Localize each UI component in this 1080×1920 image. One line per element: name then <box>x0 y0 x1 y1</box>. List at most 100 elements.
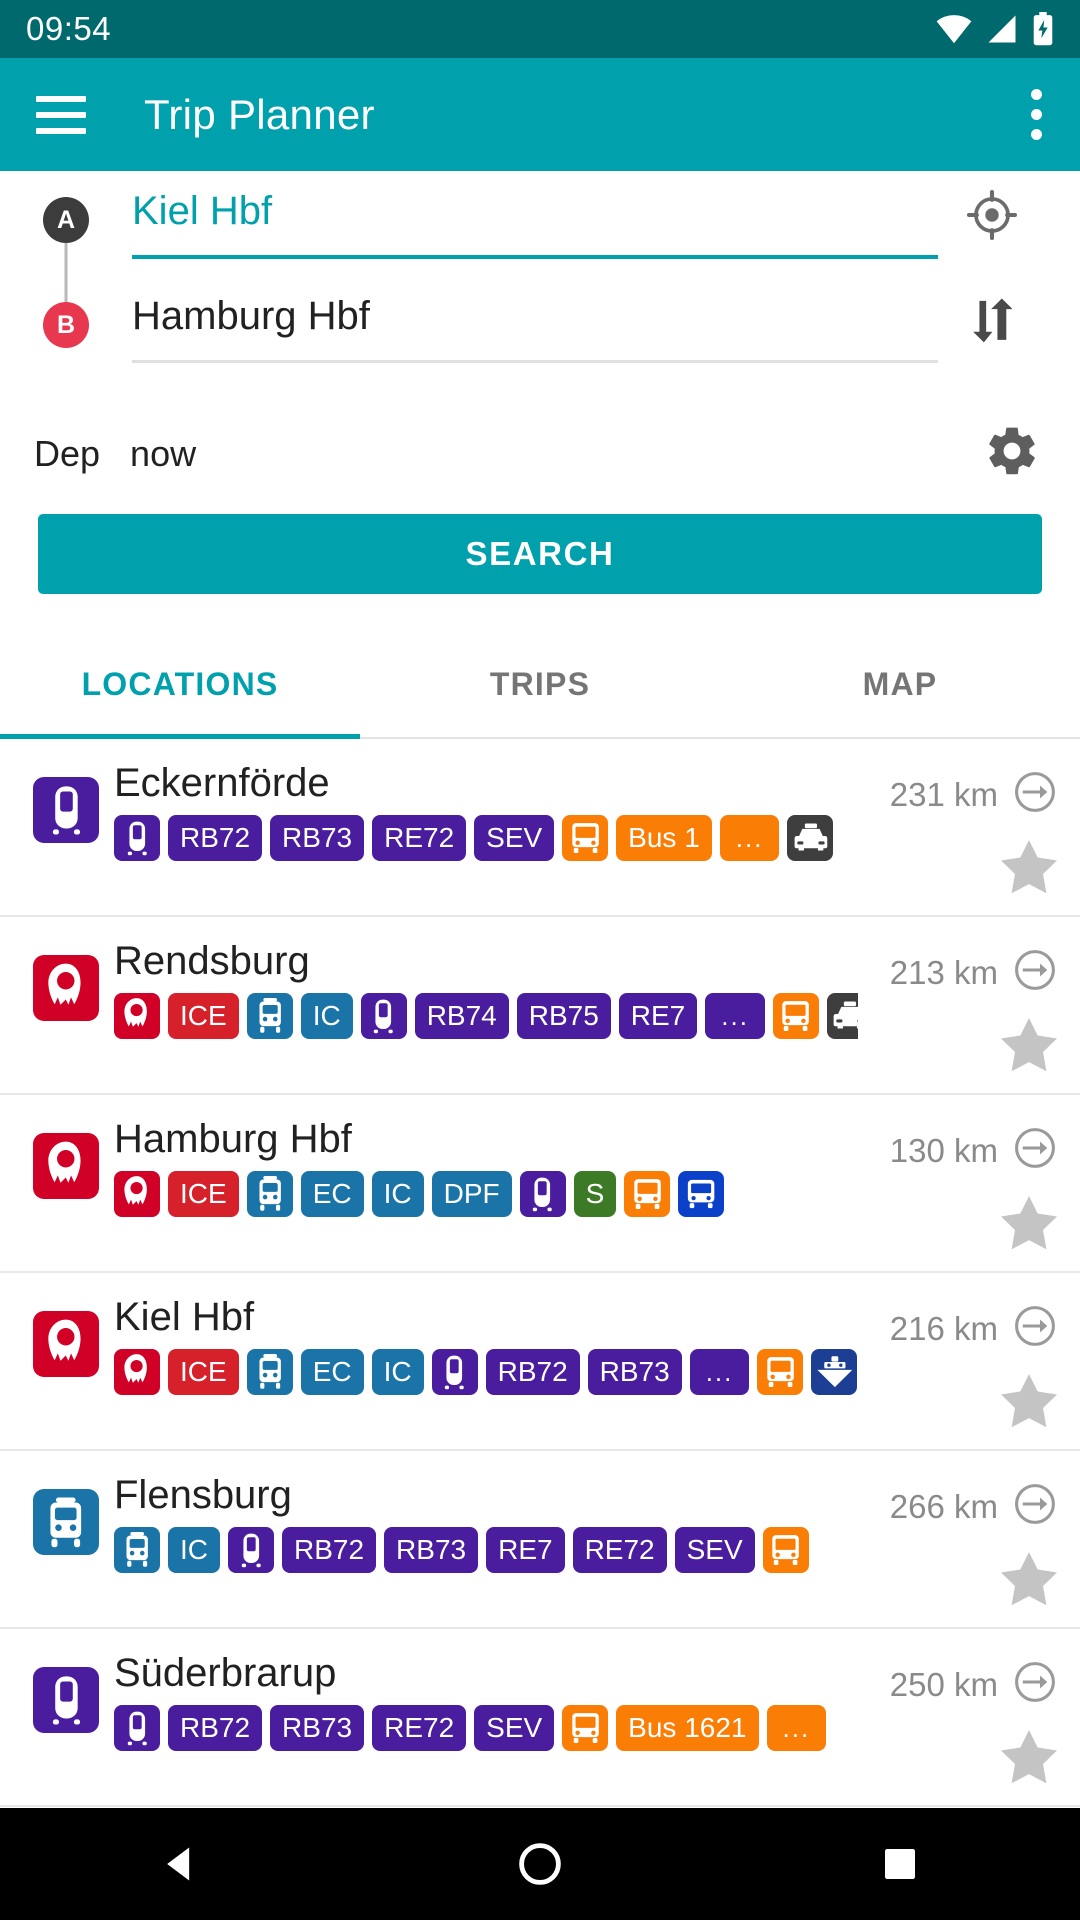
origin-marker-column: A <box>34 171 98 338</box>
badge-intercity-train-icon <box>114 1526 160 1573</box>
badge-line-ic: IC <box>371 1170 424 1217</box>
badge-high-speed-train-icon <box>114 992 160 1039</box>
badge-line-ic: IC <box>371 1348 424 1395</box>
departure-row: Dep now <box>0 381 1080 490</box>
location-details: Süderbrarup RB72 RB73 RE72 SEV Bus 1621... <box>110 1651 858 1751</box>
favorite-star-icon[interactable] <box>1000 1372 1058 1433</box>
location-name: Eckernförde <box>114 761 330 805</box>
table-row[interactable]: Rendsburg ICE IC RB74 RB75 RE7... 213 km <box>0 917 1080 1095</box>
badge-line-ec: EC <box>300 1170 364 1217</box>
my-location-icon[interactable] <box>938 171 1046 241</box>
tab-locations[interactable]: LOCATIONS <box>0 628 360 739</box>
location-type-icon-cell <box>22 761 110 843</box>
badge-line-rb73: RB73 <box>587 1348 682 1395</box>
arrow-circle-right-icon[interactable] <box>1012 1303 1058 1354</box>
table-row[interactable]: Süderbrarup RB72 RB73 RE72 SEV Bus 1621... 2… <box>0 1629 1080 1807</box>
tab-map[interactable]: MAP <box>720 628 1080 737</box>
distance-value: 130 km <box>889 1131 998 1169</box>
badge-bus-icon <box>757 1348 804 1395</box>
intercity-train-icon <box>33 1489 99 1555</box>
overflow-menu-icon[interactable] <box>1028 81 1044 148</box>
location-name: Süderbrarup <box>114 1651 337 1695</box>
destination-input[interactable]: Hamburg Hbf <box>132 290 938 360</box>
badge-line-rb73: RB73 <box>270 814 365 861</box>
table-row[interactable]: Flensburg IC RB72 RB73 RE7 RE72 SEV 266 … <box>0 1451 1080 1629</box>
table-row[interactable]: Kiel Hbf ICE EC IC RB72 RB73... 216 km <box>0 1273 1080 1451</box>
distance-value: 213 km <box>889 953 998 991</box>
badge-bus-icon <box>562 1704 609 1751</box>
high-speed-train-icon <box>33 1311 99 1377</box>
badge-line-rb72: RB72 <box>168 1704 263 1751</box>
arrow-circle-right-icon[interactable] <box>1012 1659 1058 1710</box>
origin-input[interactable]: Kiel Hbf <box>132 185 938 255</box>
destination-underline <box>132 360 938 363</box>
badge-ferry-icon <box>811 1348 858 1395</box>
high-speed-train-icon <box>33 1133 99 1199</box>
destination-field[interactable]: Hamburg Hbf <box>132 276 938 363</box>
badge-bus-icon <box>562 814 609 861</box>
badge-taxi-icon <box>826 992 858 1039</box>
favorite-star-icon[interactable] <box>1000 1728 1058 1789</box>
distance-group: 266 km <box>890 1481 1058 1532</box>
arrow-circle-right-icon[interactable] <box>1012 947 1058 998</box>
badge-line-rb72: RB72 <box>282 1526 377 1573</box>
destination-field-row: B Hamburg Hbf <box>34 276 1046 381</box>
distance-group: 216 km <box>890 1303 1058 1354</box>
badge-line-ice: ICE <box>168 992 239 1039</box>
location-details: Kiel Hbf ICE EC IC RB72 RB73... <box>110 1295 858 1395</box>
badge-taxi-icon <box>787 814 834 861</box>
swap-vertical-icon[interactable] <box>938 276 1046 346</box>
badge-line-re72: RE72 <box>372 814 467 861</box>
app-screen: 09:54 Trip Planner A Kiel Hbf B Hamburg … <box>0 0 1080 1920</box>
status-bar: 09:54 <box>0 0 1080 58</box>
distance-value: 231 km <box>889 775 998 813</box>
badge-intercity-train-icon <box>246 1170 293 1217</box>
departure-label: Dep <box>34 432 101 474</box>
transport-badge-group: ICE IC RB74 RB75 RE7... <box>114 992 858 1039</box>
badge-more-indicator: ... <box>689 1348 750 1395</box>
tab-trips[interactable]: TRIPS <box>360 628 720 737</box>
home-circle-icon[interactable] <box>460 1808 620 1920</box>
wifi-icon <box>936 14 972 44</box>
location-details: Rendsburg ICE IC RB74 RB75 RE7... <box>110 939 858 1039</box>
badge-line-ice: ICE <box>168 1348 239 1395</box>
badge-line-bus-1621: Bus 1621 <box>616 1704 759 1751</box>
search-button[interactable]: SEARCH <box>38 514 1042 594</box>
favorite-star-icon[interactable] <box>1000 1194 1058 1255</box>
badge-line-rb75: RB75 <box>516 992 611 1039</box>
location-meta: 216 km <box>858 1295 1058 1433</box>
gear-icon[interactable] <box>978 417 1046 490</box>
badge-line-re72: RE72 <box>572 1526 667 1573</box>
transport-badge-group: IC RB72 RB73 RE7 RE72 SEV <box>114 1526 858 1573</box>
signal-icon <box>985 14 1019 44</box>
arrow-circle-right-icon[interactable] <box>1012 1481 1058 1532</box>
distance-group: 250 km <box>890 1659 1058 1710</box>
location-name: Hamburg Hbf <box>114 1117 352 1161</box>
page-title: Trip Planner <box>144 90 375 138</box>
transport-badge-group: ICE EC IC DPF S <box>114 1170 858 1217</box>
arrow-circle-right-icon[interactable] <box>1012 1125 1058 1176</box>
badge-line-rb72: RB72 <box>485 1348 580 1395</box>
distance-group: 130 km <box>890 1125 1058 1176</box>
hamburger-menu-icon[interactable] <box>36 95 86 134</box>
table-row[interactable]: Hamburg Hbf ICE EC IC DPF S 130 km <box>0 1095 1080 1273</box>
recents-square-icon[interactable] <box>820 1808 980 1920</box>
origin-marker: A <box>43 197 89 243</box>
favorite-star-icon[interactable] <box>1000 1016 1058 1077</box>
badge-line-ec: EC <box>300 1348 364 1395</box>
back-triangle-icon[interactable] <box>100 1808 260 1920</box>
destination-marker: B <box>43 302 89 348</box>
arrow-circle-right-icon[interactable] <box>1012 769 1058 820</box>
favorite-star-icon[interactable] <box>1000 1550 1058 1611</box>
departure-time-value[interactable]: now <box>130 433 978 475</box>
badge-more-indicator: ... <box>766 1704 827 1751</box>
location-details: Eckernförde RB72 RB73 RE72 SEV Bus 1... <box>110 761 858 861</box>
badge-line-ic: IC <box>168 1526 220 1573</box>
badge-line-sev: SEV <box>474 1704 555 1751</box>
search-form: A Kiel Hbf B Hamburg Hbf Dep now SEARCH <box>0 171 1080 628</box>
origin-field[interactable]: Kiel Hbf <box>132 171 938 259</box>
badge-line-sev: SEV <box>474 814 555 861</box>
badge-line-ic: IC <box>300 992 353 1039</box>
favorite-star-icon[interactable] <box>1000 838 1058 899</box>
table-row[interactable]: Eckernförde RB72 RB73 RE72 SEV Bus 1... 231… <box>0 739 1080 917</box>
